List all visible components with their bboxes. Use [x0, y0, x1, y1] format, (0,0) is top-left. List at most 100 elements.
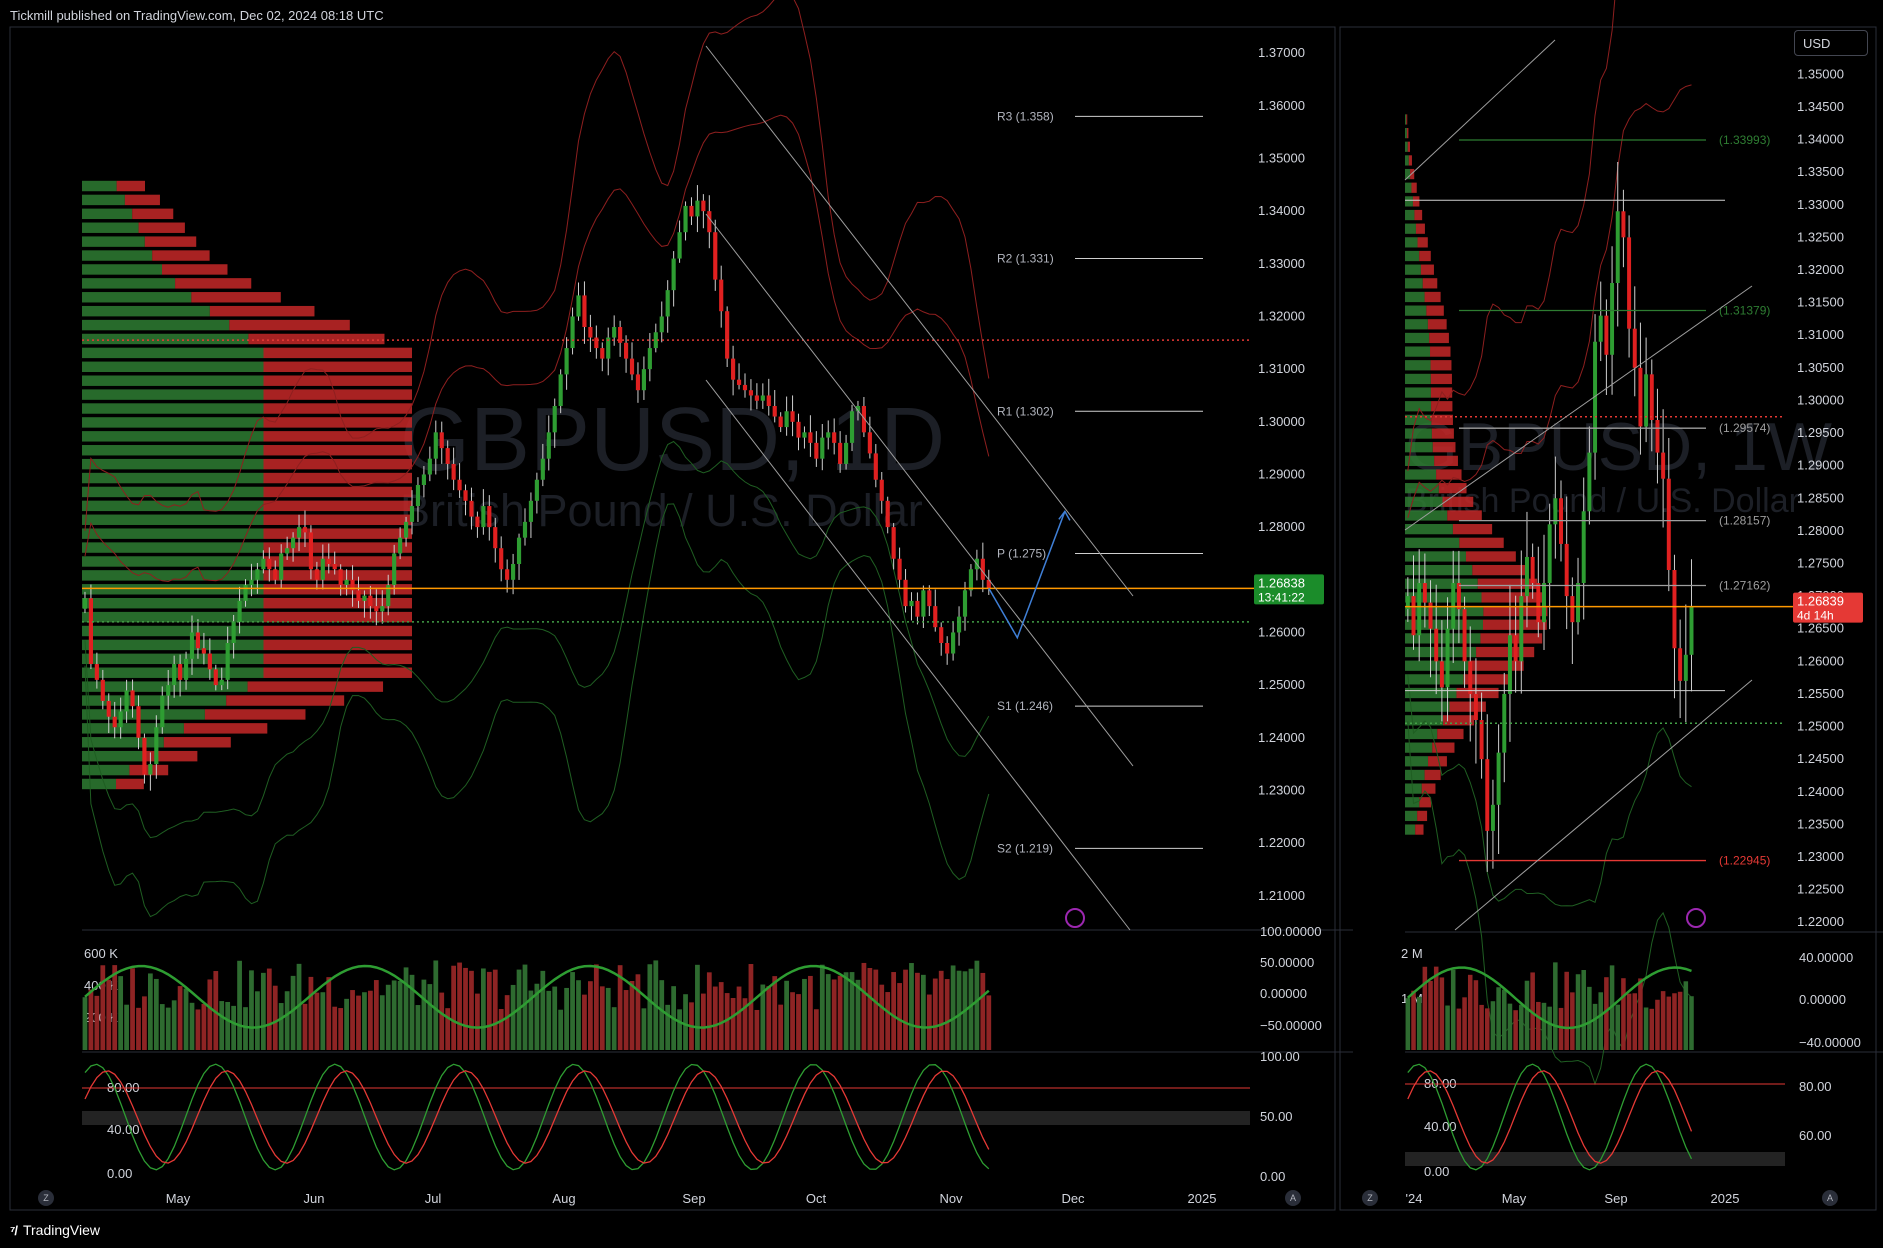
candle-body	[701, 200, 706, 212]
price-axis-tick: 1.29500	[1797, 425, 1844, 440]
volume-profile-bar	[1405, 551, 1466, 562]
volume-bar	[362, 992, 367, 1050]
volume-bar	[356, 995, 361, 1050]
volume-profile-bar	[162, 264, 228, 275]
volume-bar	[207, 979, 213, 1050]
price-axis-tick: 1.23000	[1797, 849, 1844, 864]
volume-profile-bar	[263, 431, 412, 442]
candle-body	[243, 585, 248, 601]
candle-body	[409, 506, 415, 522]
volume-profile-bar	[145, 750, 198, 762]
volume-profile-bar	[82, 333, 249, 345]
oscillator-axis-tick: −40.00000	[1799, 1035, 1861, 1050]
candle-body	[255, 569, 260, 580]
candle-body	[427, 458, 432, 475]
volume-bar	[1553, 962, 1558, 1050]
candle-body	[94, 664, 99, 680]
volume-bar	[706, 972, 712, 1050]
candle-body	[1644, 374, 1649, 427]
volume-bar	[469, 970, 474, 1050]
volume-profile-bar	[82, 611, 264, 623]
volume-profile-bar	[1431, 428, 1454, 439]
candle-body	[183, 658, 189, 680]
stoch-band	[1405, 1152, 1785, 1166]
price-axis-tick: 1.32500	[1797, 229, 1844, 244]
volume-profile-bar	[1405, 155, 1409, 166]
candle-body	[88, 598, 94, 665]
candle-body	[481, 506, 486, 528]
candle-body	[1610, 283, 1615, 355]
volume-bar	[700, 993, 706, 1050]
volume-bar	[819, 964, 825, 1050]
volume-profile-bar	[263, 625, 412, 637]
price-axis-tick: 1.29000	[1797, 458, 1844, 473]
fib-level-label: (1.29574)	[1719, 421, 1770, 435]
volume-profile-bar	[1405, 360, 1431, 371]
volume-bar	[1638, 978, 1643, 1050]
candle-body	[421, 474, 426, 485]
candle-body	[1581, 511, 1586, 584]
volume-bar	[1683, 981, 1689, 1050]
volume-bar	[790, 992, 795, 1050]
candle-body	[903, 579, 908, 607]
candle-body	[178, 664, 183, 680]
chart-stage[interactable]: GBPUSD, 1DBritish Pound / U.S. Dollar 1.3…	[0, 0, 1883, 1248]
volume-profile-bar	[82, 528, 264, 539]
candle-body	[731, 358, 736, 380]
pivot-label: P (1.275)	[997, 546, 1046, 560]
auto-scale-button-weekly[interactable]: A	[1822, 1190, 1838, 1206]
volume-profile-bar	[1429, 332, 1449, 344]
volume-bar	[112, 965, 118, 1050]
price-axis-tick: 1.26000	[1797, 653, 1844, 668]
volume-bar	[825, 974, 831, 1050]
zoom-left-button-weekly[interactable]: Z	[1362, 1190, 1378, 1206]
candle-body	[1434, 628, 1439, 662]
candle-body	[552, 406, 557, 433]
candle-body	[689, 205, 694, 217]
currency-button[interactable]: USD	[1794, 30, 1868, 56]
volume-profile-bar	[263, 528, 412, 539]
candle-body	[796, 421, 801, 438]
price-axis-tick: 1.28500	[1797, 490, 1844, 505]
candle-body	[635, 374, 641, 391]
volume-bar	[558, 1009, 564, 1050]
candle-body	[873, 453, 878, 480]
volume-profile-bar	[1405, 373, 1431, 385]
candle-body	[1672, 570, 1677, 649]
volume-profile-bar	[1405, 442, 1433, 453]
volume-profile-bar	[1430, 373, 1452, 385]
volume-bar	[903, 969, 908, 1050]
volume-profile-bar	[263, 347, 412, 359]
candle-body	[683, 205, 688, 233]
candle-body	[867, 432, 872, 454]
candle-body	[843, 442, 849, 464]
time-axis-tick: Jul	[425, 1191, 442, 1206]
volume-bar	[492, 969, 498, 1050]
volume-bar	[498, 1008, 504, 1050]
price-axis-tick: 1.30000	[1258, 414, 1305, 429]
candle-body	[754, 395, 759, 401]
zoom-left-button[interactable]: Z	[38, 1190, 54, 1206]
volume-profile-bar	[152, 250, 210, 261]
candle-body	[1683, 654, 1688, 681]
price-axis-tick: 1.34000	[1797, 132, 1844, 147]
candle-body	[106, 700, 111, 717]
candle-body	[861, 406, 866, 433]
volume-bar	[433, 960, 439, 1050]
volume-bar	[379, 995, 385, 1050]
volume-profile-bar	[1405, 114, 1407, 125]
candle-body	[534, 479, 539, 501]
candle-body	[838, 442, 843, 464]
candle-body	[308, 532, 314, 570]
volume-profile-bar	[1405, 401, 1432, 412]
volume-bar	[885, 992, 891, 1050]
volume-profile-bar	[1447, 510, 1482, 521]
price-axis-tick: 1.30000	[1797, 392, 1844, 407]
volume-profile-bar	[1417, 237, 1428, 248]
volume-bar	[980, 972, 986, 1050]
auto-scale-button[interactable]: A	[1285, 1190, 1301, 1206]
volume-bar	[772, 976, 778, 1050]
volume-profile-bar	[1405, 592, 1482, 603]
candle-body	[522, 521, 528, 538]
price-axis-tick: 1.26000	[1258, 624, 1305, 639]
